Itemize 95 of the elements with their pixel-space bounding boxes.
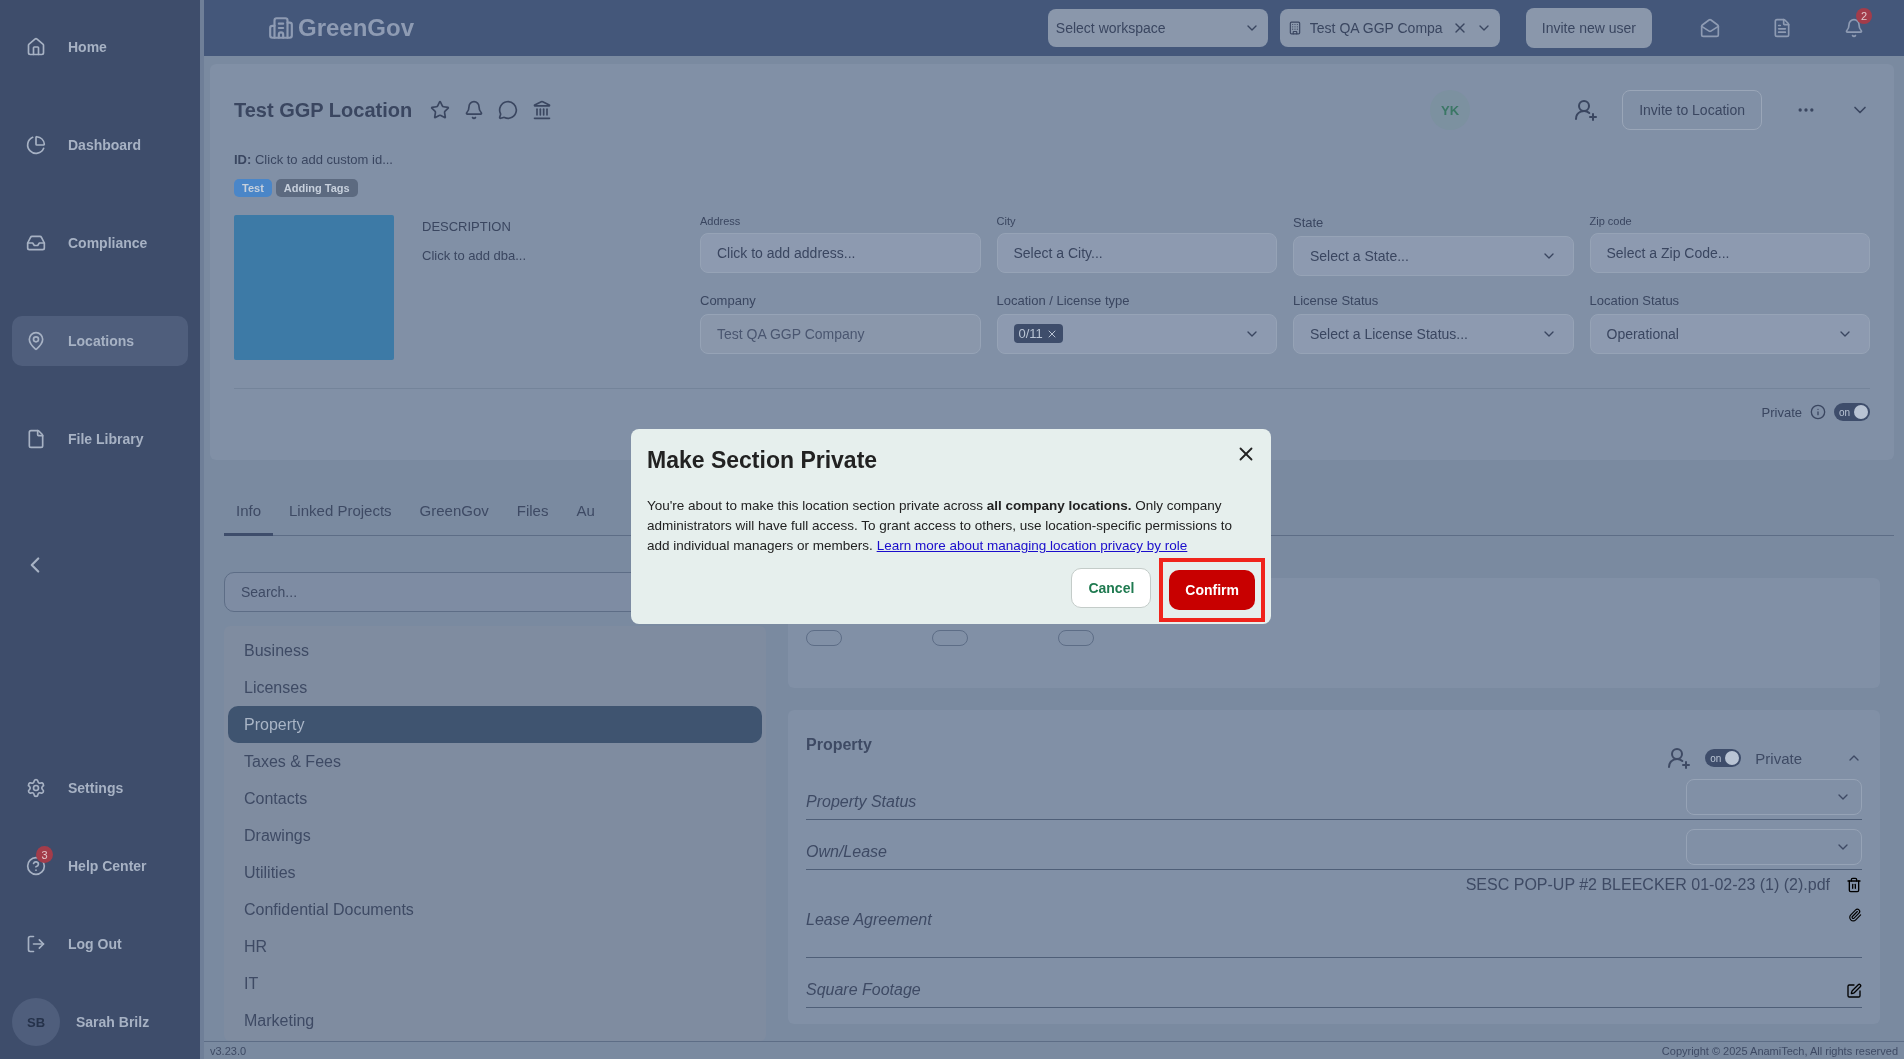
tab[interactable]: GreenGov [407,492,501,536]
invite-user-button[interactable]: Invite new user [1525,8,1652,48]
select-field[interactable] [1686,779,1862,815]
section-item[interactable]: HR [228,928,762,965]
section-item[interactable]: Drawings [228,817,762,854]
confirm-button[interactable]: Confirm [1169,570,1255,610]
section-item[interactable]: Business [228,632,762,669]
tab[interactable]: Files [504,492,561,536]
comment-icon[interactable] [498,100,519,120]
notification-badge: 2 [1856,8,1872,24]
description-placeholder[interactable]: Click to add dba... [422,248,672,263]
row-label: Square Footage [806,981,922,999]
section-item[interactable]: Taxes & Fees [228,743,762,780]
section-item[interactable]: Confidential Documents [228,891,762,928]
private-label: Private [1755,749,1802,767]
location-title: Test GGP Location [234,98,413,122]
row-label: Property Status [806,793,918,811]
field-label: Address [700,215,742,227]
section-item[interactable]: Contacts [228,780,762,817]
field-label: Company [700,292,757,308]
document-icon[interactable] [1772,18,1792,38]
star-icon[interactable] [430,100,451,120]
text-field[interactable]: Select a City... [996,233,1277,273]
section-item[interactable]: IT [228,965,762,1002]
section-item[interactable]: Property [228,706,762,743]
text-field[interactable]: Select a Zip Code... [1589,233,1870,273]
disabled-field: Test QA GGP Company [700,313,981,354]
modal-text: You're about to make this location section private across all company locations. Only company administrators will have full access. To grant access to others, use location-specific permissions to add individual managers or members. Learn more about managing location privacy by role [647,497,1233,555]
sidebar-item[interactable]: Dashboard [12,120,188,170]
field-label: License Status [1293,292,1380,308]
sidebar-item[interactable]: Settings [12,763,188,813]
custom-id-text[interactable]: ID: Click to add custom id... [234,152,1870,167]
field-label: City [996,215,1017,227]
field-label: State [1293,215,1325,230]
row-label: Lease Agreement [806,909,933,929]
sidebar-item[interactable]: Home [12,22,188,72]
sidebar-item[interactable]: 3 Help Center [12,841,188,891]
invite-button[interactable]: Invite to Location [1622,90,1762,130]
notification-badge: 3 [36,846,53,863]
file-name[interactable]: SESC POP-UP #2 BLEECKER 01-02-23 (1) (2).pdf [1465,876,1830,894]
toggle-switch[interactable]: on [1834,403,1870,421]
toggle-switch[interactable]: on [1705,749,1742,767]
field-label: Location / License type [996,292,1131,308]
private-label: Private [1761,404,1802,420]
sidebar-item[interactable]: Log Out [12,919,188,969]
select-field[interactable]: Select a State... [1293,236,1574,276]
nav-icon [26,934,46,954]
version-text: v3.23.0 [210,1044,247,1057]
select-field[interactable]: Select a License Status... [1293,313,1574,354]
trash-icon[interactable] [1846,877,1862,893]
nav-icon [26,37,46,57]
tab[interactable]: Linked Projects [277,492,404,536]
mail-icon[interactable] [1700,18,1720,38]
building-icon[interactable] [532,100,553,120]
tab[interactable]: Au [564,492,607,536]
copyright-text: Copyright © 2025 AnamiTech, All rights reserved [1661,1044,1898,1057]
add-user-icon[interactable] [1667,746,1692,770]
nav-icon [26,429,46,449]
learn-more-link[interactable]: Learn more about managing location privacy by role [876,538,1188,553]
sidebar-item[interactable]: Compliance [12,218,188,268]
cancel-button[interactable]: Cancel [1071,568,1152,608]
add-user-icon[interactable] [1574,98,1599,122]
nav-icon [26,135,46,155]
description-label: DESCRIPTION [422,219,512,234]
paperclip-icon[interactable] [1848,908,1862,922]
workspace-select[interactable]: Select workspace [1047,9,1268,47]
select-field[interactable]: Operational [1589,313,1870,354]
tag: Test [234,179,272,197]
field-label: Zip code [1589,215,1633,227]
tag: Adding Tags [275,179,358,197]
tab[interactable]: Info [224,492,274,536]
multiselect-field[interactable]: 0/11 [996,313,1277,354]
info-icon[interactable] [1810,404,1826,420]
section-item[interactable]: Utilities [228,854,762,891]
bell-icon[interactable] [1844,18,1864,38]
select-field[interactable] [1686,829,1862,865]
sidebar-item[interactable]: Locations [12,316,188,366]
text-field[interactable]: Click to add address... [700,233,981,273]
sidebar-item[interactable]: File Library [12,414,188,464]
chip: 0/11 [1013,324,1063,343]
nav-icon [26,331,46,351]
avatar: YK [1430,90,1471,130]
building-icon [1287,21,1302,35]
section-item[interactable]: Marketing [228,1002,762,1039]
logo: GreenGov [268,14,1036,42]
modal-title: Make Section Private [647,447,878,474]
section-item[interactable]: Licenses [228,669,762,706]
field-label: Location Status [1589,292,1681,308]
edit-icon[interactable] [1846,983,1862,999]
row-label: Own/Lease [806,843,888,861]
nav-icon [26,233,46,253]
panel-title: Property [806,736,873,754]
company-select[interactable]: Test QA GGP Compa [1279,9,1500,47]
nav-icon [26,778,46,798]
bell-icon[interactable] [464,100,485,120]
